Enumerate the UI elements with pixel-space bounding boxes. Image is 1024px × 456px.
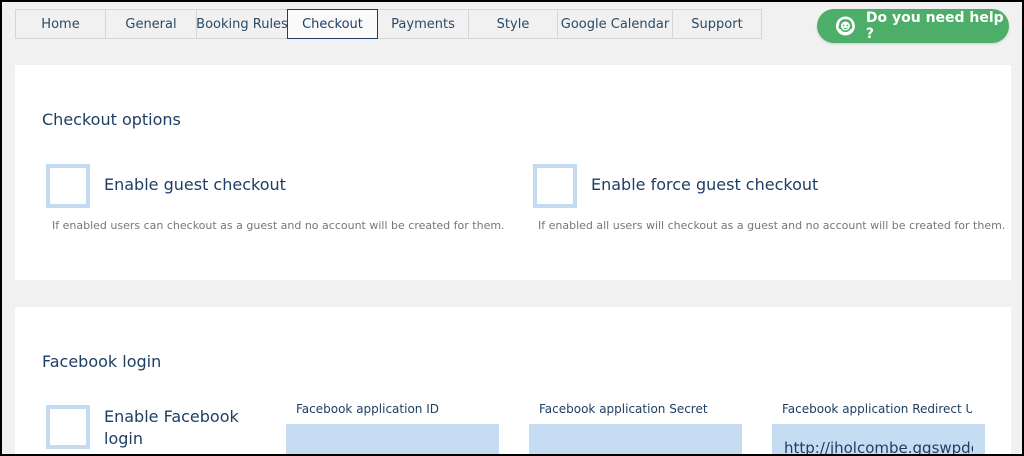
tab-bar: Home General Booking Rules Checkout Paym… [15,9,762,41]
tab-general[interactable]: General [106,9,197,39]
force-guest-checkout-label: Enable force guest checkout [591,175,819,194]
tab-payments[interactable]: Payments [378,9,469,39]
tab-support[interactable]: Support [673,9,762,39]
tab-booking-rules[interactable]: Booking Rules [196,9,288,39]
facebook-login-label-line2: login [104,429,143,448]
guest-checkout-label: Enable guest checkout [104,175,286,194]
help-button[interactable]: Do you need help ? [817,9,1009,43]
help-button-label: Do you need help ? [865,10,1004,42]
support-agent-icon [835,16,855,36]
facebook-app-secret-input[interactable] [529,424,742,454]
facebook-login-panel: Facebook login Enable Facebook login Fac… [15,307,1011,454]
section-title-checkout: Checkout options [42,110,181,129]
tab-style[interactable]: Style [469,9,558,39]
facebook-login-label-line1: Enable Facebook [104,407,239,426]
facebook-redirect-uri-input[interactable] [772,424,985,454]
facebook-app-id-input[interactable] [286,424,499,454]
checkout-options-panel: Checkout options Enable guest checkout I… [15,65,1011,280]
tab-checkout[interactable]: Checkout [287,9,378,39]
app-frame: Home General Booking Rules Checkout Paym… [2,2,1022,454]
facebook-login-checkbox[interactable] [46,405,90,449]
tab-google-calendar[interactable]: Google Calendar [558,9,673,39]
force-guest-checkout-description: If enabled all users will checkout as a … [538,219,1006,232]
force-guest-checkout-checkbox[interactable] [533,164,577,208]
guest-checkout-description: If enabled users can checkout as a guest… [52,219,505,232]
facebook-app-secret-label: Facebook application Secret [539,402,708,416]
facebook-app-id-label: Facebook application ID [296,402,439,416]
guest-checkout-checkbox[interactable] [46,164,90,208]
facebook-login-label: Enable Facebook login [104,406,239,450]
tab-home[interactable]: Home [15,9,106,39]
section-title-facebook: Facebook login [42,352,162,371]
facebook-redirect-uri-label: Facebook application Redirect URI [782,402,972,416]
